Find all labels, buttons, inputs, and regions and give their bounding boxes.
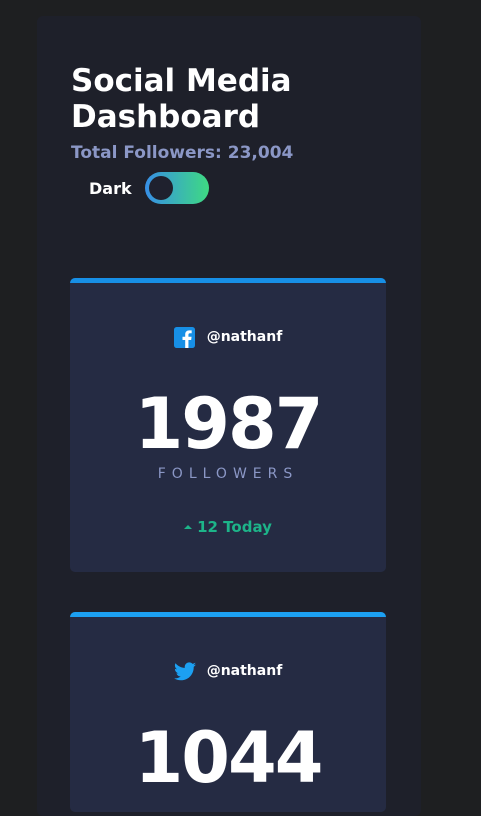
card-handle[interactable]: @nathanf	[207, 663, 283, 679]
twitter-card: @nathanf 1044	[70, 612, 386, 812]
theme-toggle-row: Dark	[89, 172, 209, 204]
today-change-text: 12 Today	[197, 518, 272, 536]
arrow-up-icon	[184, 525, 193, 529]
follower-count-label: FOLLOWERS	[157, 466, 299, 482]
card-handle[interactable]: @nathanf	[207, 329, 283, 345]
facebook-card: @nathanf 1987 FOLLOWERS 12 Today	[70, 278, 386, 572]
theme-toggle-label: Dark	[89, 178, 132, 198]
total-followers: Total Followers: 23,004	[71, 143, 294, 163]
follower-count: 1987	[134, 383, 324, 465]
facebook-icon	[174, 326, 196, 348]
today-change: 12 Today	[70, 518, 386, 536]
page-title: Social Media Dashboard	[71, 63, 292, 135]
card-accent-bar	[70, 278, 386, 283]
twitter-icon	[173, 660, 196, 682]
card-handle-row: @nathanf	[70, 660, 386, 682]
card-accent-bar	[70, 612, 386, 617]
theme-toggle[interactable]	[144, 172, 209, 204]
card-handle-row: @nathanf	[70, 326, 386, 348]
follower-count: 1044	[134, 717, 324, 799]
toggle-knob	[148, 176, 173, 200]
